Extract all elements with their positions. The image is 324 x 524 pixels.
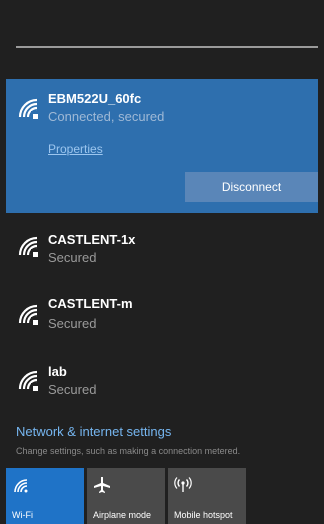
wifi-signal-icon [18, 236, 40, 258]
network-status: Secured [48, 316, 97, 331]
network-ssid: lab [48, 364, 67, 379]
tile-label: Airplane mode [93, 510, 152, 520]
network-item[interactable]: CASTLENT-1x Secured [6, 222, 318, 282]
airplane-mode-tile[interactable]: Airplane mode [87, 468, 165, 524]
network-status: Secured [48, 382, 97, 397]
disconnect-button[interactable]: Disconnect [185, 172, 318, 202]
wifi-signal-icon [18, 304, 40, 326]
wifi-icon [14, 479, 28, 493]
properties-link[interactable]: Properties [48, 142, 103, 156]
network-item[interactable]: lab Secured [6, 356, 318, 416]
hotspot-icon [174, 477, 192, 492]
network-ssid: CASTLENT-m [48, 296, 133, 311]
network-status: Secured [48, 250, 97, 265]
network-ssid: EBM522U_60fc [48, 91, 142, 106]
network-status: Connected, secured [48, 109, 165, 124]
airplane-icon [94, 477, 110, 493]
wifi-toggle-tile[interactable]: Wi-Fi [6, 468, 84, 524]
wifi-signal-icon [18, 98, 40, 120]
mobile-hotspot-tile[interactable]: Mobile hotspot [168, 468, 246, 524]
tile-label: Wi-Fi [12, 510, 33, 520]
network-ssid: CASTLENT-1x [48, 232, 136, 247]
tile-label: Mobile hotspot [174, 510, 233, 520]
wifi-signal-icon [18, 370, 40, 392]
network-settings-link[interactable]: Network & internet settings [16, 424, 171, 439]
network-item-connected[interactable]: EBM522U_60fc Connected, secured Properti… [6, 79, 318, 213]
network-item[interactable]: CASTLENT-m Secured [6, 290, 318, 350]
network-settings-description: Change settings, such as making a connec… [16, 446, 241, 456]
scan-progress-line [16, 46, 318, 48]
